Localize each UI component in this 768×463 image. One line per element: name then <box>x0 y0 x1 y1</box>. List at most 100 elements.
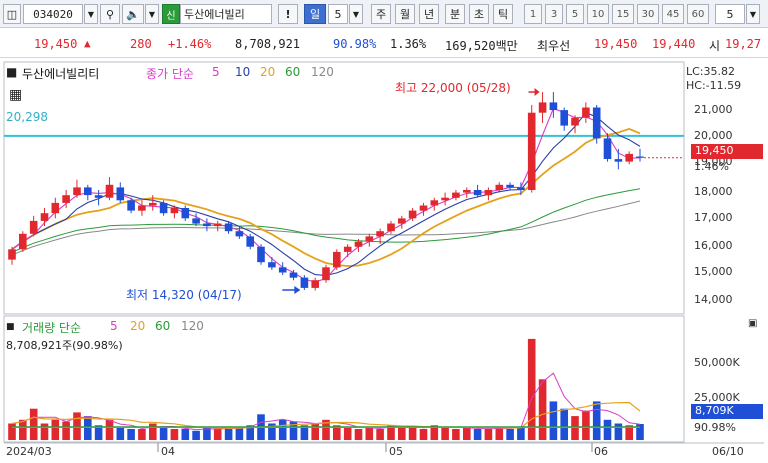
volume-bar <box>419 429 428 440</box>
ma60-line <box>11 188 641 253</box>
hline-value-label: 20,298 <box>6 110 48 124</box>
high-annotation: 최고 22,000 (05/28) <box>395 81 511 95</box>
volume-bar <box>354 429 363 440</box>
minute-60-button[interactable]: 60 <box>687 4 709 24</box>
speaker-icon[interactable]: 🔈 <box>122 4 144 24</box>
candle-body <box>289 272 298 278</box>
candle-body <box>268 262 276 268</box>
y-tick-15000: 15,000 <box>694 265 733 278</box>
period-second-button[interactable]: 초 <box>469 4 489 24</box>
minute-15-button[interactable]: 15 <box>612 4 634 24</box>
low-arrow-head <box>294 286 301 295</box>
candle-body <box>603 138 612 159</box>
x-tick-04: 04 <box>161 445 175 458</box>
candle-body <box>517 187 525 190</box>
candle-body <box>592 107 601 139</box>
period-month-button[interactable]: 월 <box>395 4 415 24</box>
up-arrow-icon: ▲ <box>84 37 91 50</box>
period-tick-button[interactable]: 틱 <box>493 4 513 24</box>
search-icon[interactable]: ⚲ <box>100 4 120 24</box>
period-week-button[interactable]: 주 <box>371 4 391 24</box>
candle-body <box>94 195 103 198</box>
volume-bar <box>127 429 135 440</box>
code-dropdown-icon[interactable]: ▼ <box>84 4 98 24</box>
candle-body <box>441 197 449 201</box>
candle-body <box>40 213 49 221</box>
candle-body <box>62 195 70 203</box>
candle-body <box>19 233 27 250</box>
minute-5-button[interactable]: 5 <box>566 4 584 24</box>
volume-bar <box>603 419 612 440</box>
candle-body <box>495 184 504 190</box>
current-price-tag: 19,450 <box>691 144 763 159</box>
volume-bar <box>614 423 623 440</box>
candle-body <box>257 246 265 263</box>
volume-bar <box>365 427 374 440</box>
volume-bar <box>84 416 92 440</box>
right-count-dropdown-icon[interactable]: ▼ <box>746 4 760 24</box>
volume-bar <box>343 427 352 440</box>
volume-bar <box>495 427 504 440</box>
volume-bar <box>571 416 579 440</box>
candle-body <box>506 184 514 188</box>
alert-button[interactable]: ! <box>278 4 298 24</box>
ma120-label: 120 <box>311 65 334 79</box>
period-day-button[interactable]: 일 <box>304 4 326 24</box>
volume-bar <box>473 429 482 440</box>
candle-body <box>170 208 179 214</box>
candle-body <box>463 190 471 193</box>
collapse-toggle-icon[interactable]: ■ <box>6 65 17 79</box>
period-minute-button[interactable]: 분 <box>445 4 465 24</box>
candle-body <box>625 153 633 162</box>
volume-bar <box>452 429 460 440</box>
candle-body <box>278 267 287 273</box>
candle-body <box>84 187 92 196</box>
table-view-icon[interactable]: ▦ <box>9 87 22 103</box>
candle-body <box>181 208 190 219</box>
volume-bar <box>376 429 384 440</box>
period-count-dropdown-icon[interactable]: ▼ <box>349 4 363 24</box>
candle-body <box>376 231 384 237</box>
open-price: 19,27 <box>725 37 762 51</box>
volume-bar <box>29 408 38 440</box>
volume-bar <box>105 419 114 440</box>
volume-pane-close-icon[interactable]: ▣ <box>748 318 757 329</box>
volume-bar <box>398 427 406 440</box>
candle-body <box>484 190 493 196</box>
candle-body <box>235 231 244 237</box>
price-volume-chart[interactable] <box>0 60 768 463</box>
volume-bar <box>73 412 81 440</box>
volume-bar <box>408 427 417 440</box>
ma5-label: 5 <box>212 65 220 79</box>
volume-bar <box>149 423 157 440</box>
volume-bar <box>506 429 514 440</box>
minute-10-button[interactable]: 10 <box>587 4 609 24</box>
high-arrow-head <box>534 88 540 97</box>
x-tick-06-10: 06/10 <box>712 445 744 458</box>
minute-30-button[interactable]: 30 <box>637 4 659 24</box>
period-year-button[interactable]: 년 <box>419 4 439 24</box>
chart-menu-icon[interactable]: ◫ <box>3 4 21 24</box>
right-count-field[interactable]: 5 <box>715 4 745 24</box>
minute-3-button[interactable]: 3 <box>545 4 563 24</box>
stock-code-input[interactable]: 034020 <box>23 4 83 24</box>
turnover-rate: 1.36% <box>390 37 427 51</box>
candle-body <box>614 159 623 162</box>
candle-body <box>354 241 363 247</box>
minute-45-button[interactable]: 45 <box>662 4 684 24</box>
trade-amount: 169,520백만 <box>445 39 518 53</box>
volume-collapse-icon[interactable]: ■ <box>6 322 15 332</box>
volume-bar <box>213 429 222 440</box>
volume-bar <box>527 338 536 440</box>
period-count-field[interactable]: 5 <box>328 4 348 24</box>
candle-body <box>343 246 352 252</box>
ma10-label: 10 <box>235 65 251 79</box>
volume-bar <box>51 419 60 440</box>
candle-body <box>419 205 428 211</box>
candle-body <box>127 200 135 211</box>
sound-dropdown-icon[interactable]: ▼ <box>145 4 159 24</box>
minute-1-button[interactable]: 1 <box>524 4 542 24</box>
stock-name-field[interactable]: 두산에너빌리 <box>180 4 272 24</box>
candle-body <box>138 205 146 211</box>
volume-bar <box>181 429 190 440</box>
